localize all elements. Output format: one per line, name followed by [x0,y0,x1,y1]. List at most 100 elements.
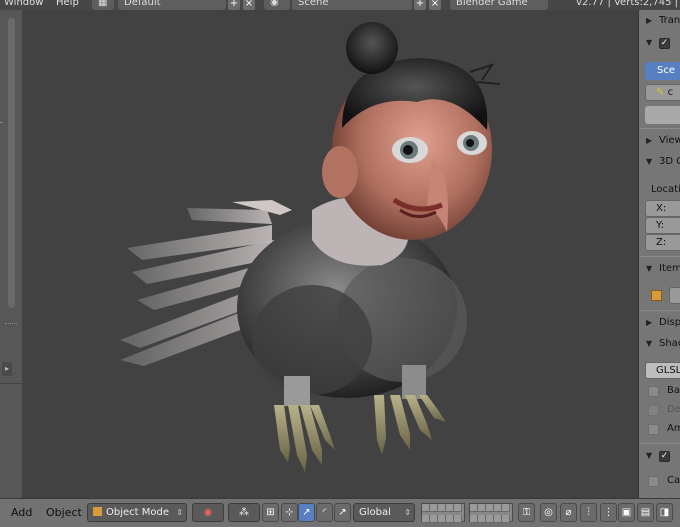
screen-layout-value: Default [124,0,161,8]
right-claw [374,395,446,455]
add-scene-button[interactable]: + [414,0,426,10]
panel-motion-tracking-header[interactable]: ▼ ✓ [639,447,680,467]
scene-statistics: v2.77 | Verts:2,745 | [576,0,678,8]
render-camera-icon[interactable]: ◨ [656,503,673,522]
cursor-location-label: Locati [651,184,680,195]
opengl-render-icon[interactable]: ▣ [618,503,635,522]
panel-view-header[interactable]: ▶ View [639,132,680,152]
3d-viewport[interactable] [22,10,638,498]
proportional-edit-icon[interactable]: ◎ [540,503,557,522]
panel-display-header[interactable]: ▶ Disp [639,314,680,334]
expanded-arrow-icon: ▼ [646,264,653,273]
layer-grid-2[interactable] [469,503,513,523]
object-name-field[interactable]: H [669,287,680,304]
scale-gizmo-icon[interactable]: ↗ [334,503,351,522]
shading-ball-icon: ◉ [203,507,213,518]
expanded-arrow-icon: ▼ [646,157,653,166]
pencil-icon: ✎ [656,87,665,98]
expand-arrow-icon[interactable]: ▸ [2,362,12,376]
scene-value: Scene [298,0,329,8]
mode-value: Object Mode [106,507,169,518]
render-engine-dropdown[interactable]: Blender Game [450,0,548,10]
divider [639,443,680,444]
screen-layout-icon[interactable]: ▦ [92,0,114,10]
panel-transform-label: Tran [659,15,680,26]
pencil-layer-field[interactable]: ✎ c [645,84,680,101]
backface-label: Ba [667,385,680,396]
panel-display-label: Disp [659,317,680,328]
pivot-point-dropdown[interactable]: ⁂ [228,503,260,522]
pencil-layer-value: c [667,87,674,98]
panel-transform-header[interactable]: ▶ Tran [639,12,680,32]
cursor-z-label: Z: [656,237,667,248]
bird-creature-model [120,22,501,472]
collapsed-arrow-icon: ▶ [646,318,653,327]
camera-checkbox[interactable] [648,476,659,487]
pivot-icon: ⁂ [239,507,249,518]
cursor-x-label: X: [656,203,667,214]
3d-view-header: Add Object Object Mode ⇕ ◉ ⁂ ⊞ ⊹ ↗ ◜ ↗ G… [0,498,680,527]
left-leg [284,376,310,406]
checkbox-icon[interactable]: ✓ [659,451,670,462]
panel-grease-pencil-header[interactable]: ▼ ✓ [639,34,680,54]
panel-item-header[interactable]: ▼ Item [639,260,680,280]
panel-item-label: Item [659,263,680,274]
scene-source-button[interactable]: Sce [645,62,680,80]
cursor-z-field[interactable]: Z: [645,234,680,251]
shading-mode-dropdown[interactable]: GLSL [645,362,680,379]
panel-3d-cursor-label: 3D C [659,156,680,167]
snap-target-icon[interactable]: ⫶ [580,503,597,522]
tool-shelf-strip: ▸ [0,10,22,498]
shading-mode-value: GLSL [656,365,680,376]
rotate-gizmo-icon[interactable]: ◜ [316,503,333,522]
translate-gizmo-icon[interactable]: ↗ [298,503,315,522]
cursor-y-label: Y: [656,220,665,231]
lock-camera-icon[interactable]: ⚿ [518,503,535,522]
manipulator-toggle-icon[interactable]: ⊞ [262,503,279,522]
left-claw [274,405,335,472]
collapsed-arrow-icon: ▶ [646,136,653,145]
delete-scene-button[interactable]: × [429,0,441,10]
opengl-animation-icon[interactable]: ▤ [637,503,654,522]
new-layer-button[interactable] [645,106,680,124]
add-screen-button[interactable]: + [228,0,240,10]
panel-shading-header[interactable]: ▼ Shac [639,335,680,355]
menu-object[interactable]: Object [46,506,82,519]
viewport-shading-dropdown[interactable]: ◉ [192,503,224,522]
ambient-checkbox[interactable] [648,424,659,435]
ear [322,146,358,198]
dropdown-arrow-icon: ⇕ [404,508,411,517]
divider [639,256,680,257]
expanded-arrow-icon: ▼ [646,38,653,47]
tool-shelf-scrollbar[interactable] [8,18,15,308]
scene-icon[interactable]: ◉ [264,0,290,10]
menu-add[interactable]: Add [11,506,32,519]
info-header: Window Help ▦ Default + × ◉ Scene + × Bl… [0,0,680,10]
checkbox-icon[interactable]: ✓ [659,38,670,49]
dropdown-arrow-icon: ⇕ [176,508,183,517]
delete-screen-button[interactable]: × [243,0,255,10]
cursor-y-field[interactable]: Y: [645,217,680,234]
panel-3d-cursor-header[interactable]: ▼ 3D C [639,153,680,173]
mode-dropdown[interactable]: Object Mode ⇕ [87,503,187,522]
menu-window[interactable]: Window [4,0,43,8]
render-engine-value: Blender Game [456,0,528,8]
object-cube-icon [651,290,662,301]
expanded-arrow-icon: ▼ [646,451,653,460]
scene-dropdown[interactable]: Scene [292,0,412,10]
backface-checkbox[interactable] [648,386,659,397]
cursor-x-field[interactable]: X: [645,200,680,217]
resize-handle[interactable] [5,323,17,326]
divider [639,310,680,311]
transform-gizmo-icon[interactable]: ⊹ [281,503,298,522]
orientation-value: Global [359,507,391,518]
menu-help[interactable]: Help [56,0,79,8]
snap-element-icon[interactable]: ⌀ [560,503,577,522]
expanded-arrow-icon: ▼ [646,339,653,348]
snap-options-icon[interactable]: ⋮ [600,503,617,522]
panel-view-label: View [659,135,680,146]
depth-checkbox[interactable] [648,405,659,416]
transform-orientation-dropdown[interactable]: Global ⇕ [353,503,415,522]
layer-grid-1[interactable] [421,503,465,523]
screen-layout-dropdown[interactable]: Default [118,0,226,10]
